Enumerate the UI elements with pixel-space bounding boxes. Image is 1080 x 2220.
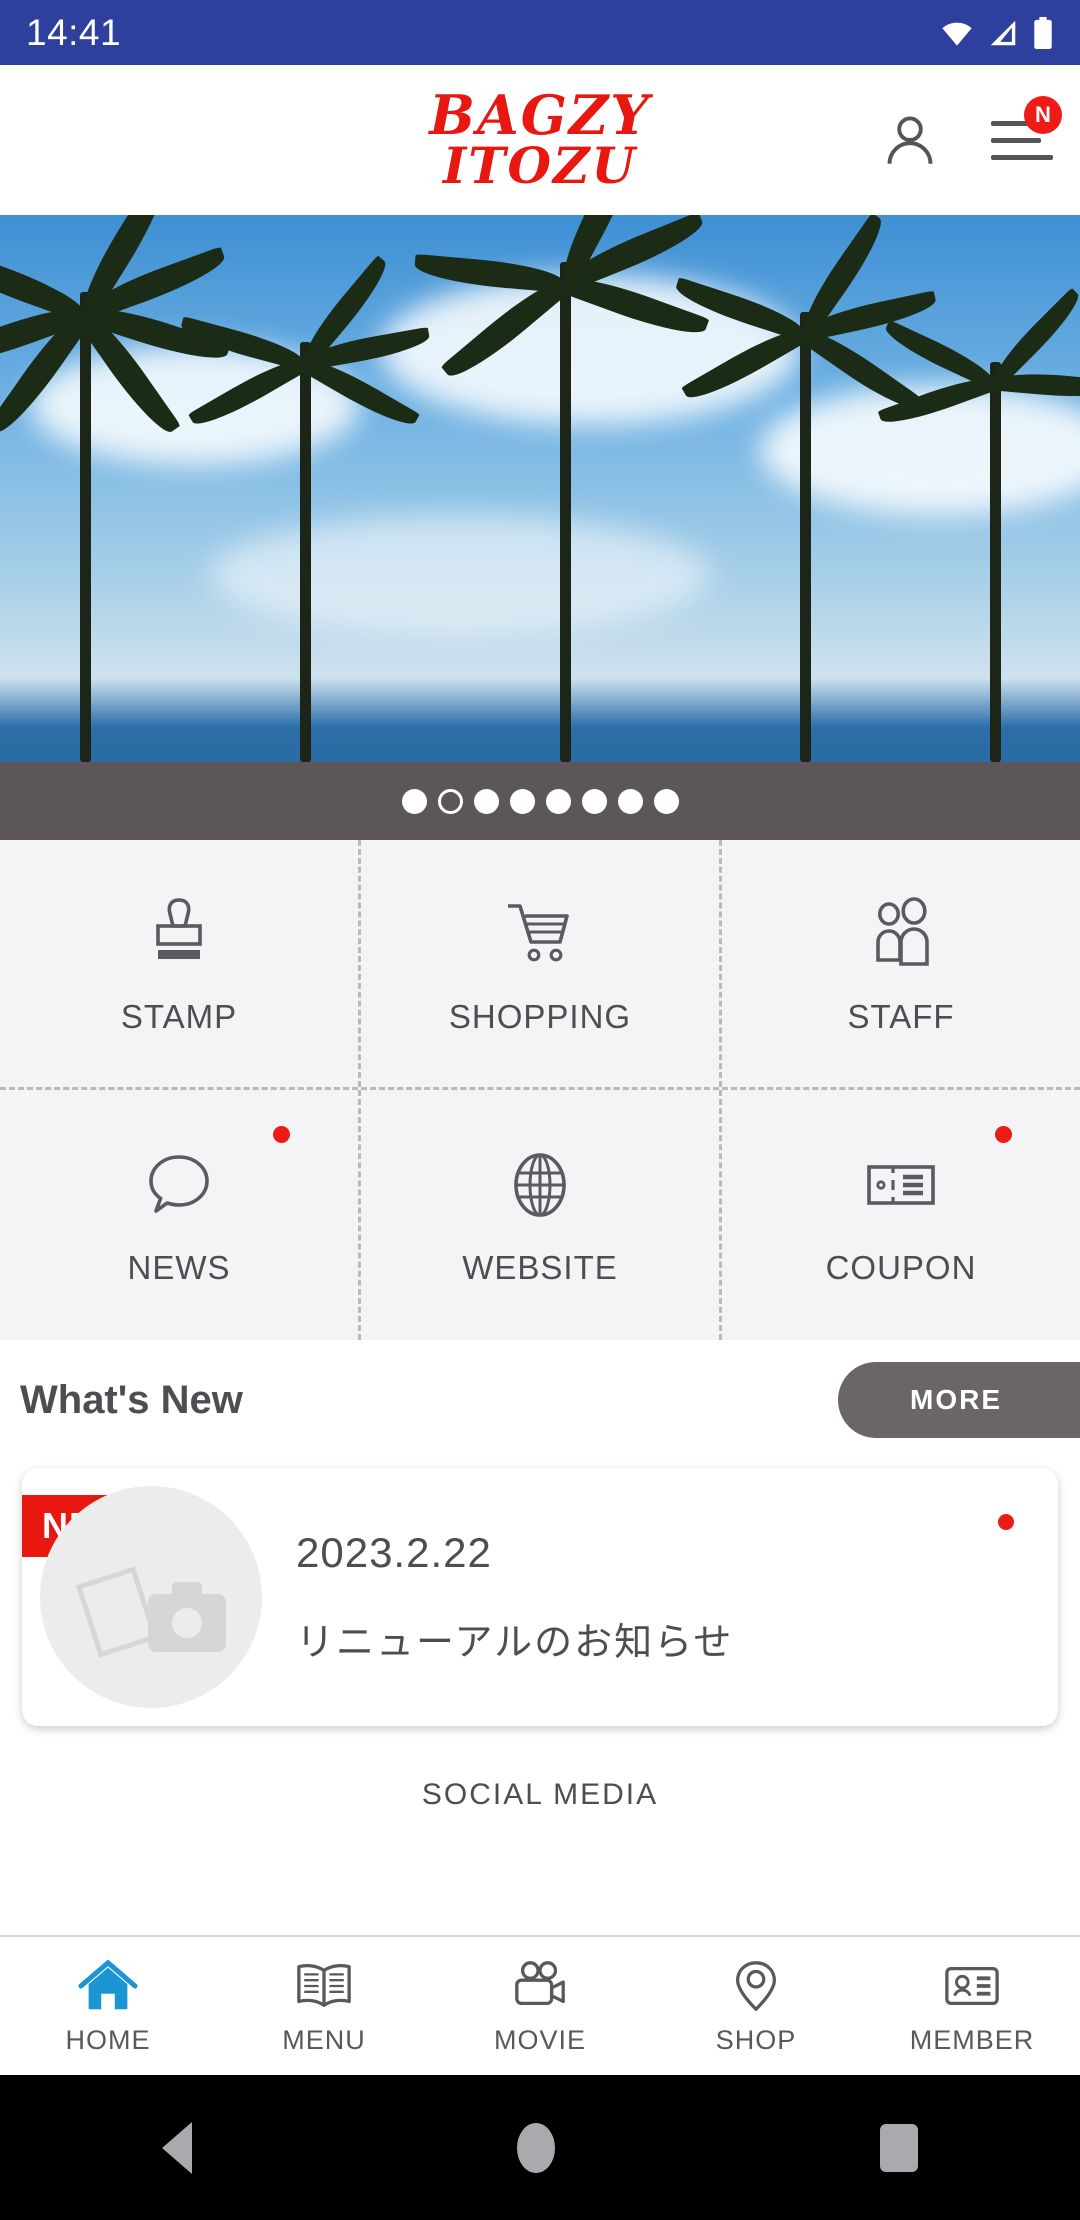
status-bar-clock: 14:41 bbox=[26, 11, 122, 53]
coupon-ticket-icon bbox=[867, 1165, 935, 1205]
carousel-dot[interactable] bbox=[473, 788, 499, 814]
bottom-nav-item-home[interactable]: HOME bbox=[0, 1957, 216, 2056]
bottom-nav-item-member[interactable]: MEMBER bbox=[864, 1957, 1080, 2056]
social-media-title: SOCIAL MEDIA bbox=[0, 1752, 1080, 1852]
brand-logo-line1: BAGZY bbox=[429, 83, 651, 148]
signal-icon bbox=[990, 20, 1016, 45]
quick-menu-label: WEBSITE bbox=[462, 1249, 618, 1286]
whats-new-header: What's New MORE bbox=[0, 1340, 1080, 1460]
news-date: 2023.2.22 bbox=[296, 1528, 492, 1576]
carousel-dot[interactable] bbox=[401, 788, 427, 814]
news-card[interactable]: NEW 2023.2.22 リニューアルのお知らせ bbox=[22, 1468, 1058, 1726]
globe-icon bbox=[514, 1153, 566, 1217]
quick-menu-label: STAMP bbox=[120, 997, 238, 1035]
shopping-cart-icon bbox=[508, 903, 569, 961]
carousel-dot[interactable] bbox=[653, 788, 679, 814]
quick-menu-item-shopping[interactable]: SHOPPING bbox=[358, 840, 719, 1087]
quick-menu-item-staff[interactable]: STAFF bbox=[719, 840, 1080, 1087]
person-icon bbox=[887, 116, 933, 164]
bottom-nav-label: MOVIE bbox=[493, 2024, 586, 2055]
news-unread-dot bbox=[998, 1514, 1014, 1530]
carousel-dots[interactable] bbox=[0, 762, 1080, 840]
brand-logo-line2: ITOZU bbox=[442, 135, 638, 195]
whats-new-more-button[interactable]: MORE bbox=[838, 1362, 1080, 1438]
wifi-icon bbox=[942, 22, 972, 46]
bottom-nav-label: SHOP bbox=[715, 2024, 797, 2055]
home-icon bbox=[78, 1958, 138, 2009]
bottom-nav-item-menu[interactable]: MENU bbox=[216, 1957, 432, 2056]
stamp-icon bbox=[156, 897, 202, 959]
back-triangle-icon[interactable] bbox=[162, 2121, 193, 2174]
quick-menu-item-coupon[interactable]: COUPON bbox=[719, 1090, 1080, 1340]
news-title: リニューアルのお知らせ bbox=[296, 1619, 734, 1664]
menu-button[interactable]: N bbox=[990, 96, 1062, 172]
quick-menu-item-website[interactable]: WEBSITE bbox=[358, 1090, 719, 1340]
home-circle-icon[interactable] bbox=[516, 2122, 555, 2173]
quick-menu-label: STAFF bbox=[847, 997, 955, 1035]
bottom-nav-item-shop[interactable]: SHOP bbox=[648, 1957, 864, 2056]
bottom-nav-label: MEMBER bbox=[909, 2024, 1035, 2055]
news-list: NEW 2023.2.22 リニューアルのお知らせ bbox=[0, 1460, 1080, 1752]
battery-icon bbox=[1034, 16, 1052, 49]
map-pin-icon bbox=[735, 1960, 777, 2011]
hero-carousel[interactable] bbox=[0, 215, 1080, 840]
menu-notification-badge: N bbox=[1024, 96, 1062, 134]
coupon-badge-dot bbox=[995, 1126, 1012, 1143]
app-root: 14:41 BAGZY ITOZU N STAMP SHOPPING STAFF… bbox=[0, 0, 1080, 2220]
whats-new-title: What's New bbox=[20, 1377, 243, 1422]
people-icon bbox=[876, 896, 929, 966]
bottom-nav-label: MENU bbox=[282, 2024, 366, 2055]
news-thumbnail bbox=[40, 1486, 262, 1708]
status-bar-icons bbox=[940, 16, 1054, 49]
news-body: 2023.2.22 リニューアルのお知らせ bbox=[296, 1529, 733, 1666]
quick-menu-label: SHOPPING bbox=[448, 997, 632, 1035]
quick-menu-row: NEWS WEBSITE COUPON bbox=[0, 1090, 1080, 1340]
quick-menu-label: NEWS bbox=[127, 1249, 231, 1286]
open-book-icon bbox=[297, 1963, 351, 2007]
camera-placeholder-icon bbox=[148, 1582, 226, 1652]
account-button[interactable] bbox=[878, 108, 942, 172]
bottom-nav: HOME MENU MOVIE SHOP MEMBER bbox=[0, 1935, 1080, 2075]
android-navigation-bar bbox=[0, 2075, 1080, 2220]
header-actions: N bbox=[878, 96, 1062, 172]
carousel-dot[interactable] bbox=[437, 788, 463, 814]
carousel-dot[interactable] bbox=[509, 788, 535, 814]
quick-menu-grid: STAMP SHOPPING STAFF NEWS WEBSITE COUPON bbox=[0, 840, 1080, 1340]
bottom-nav-label: HOME bbox=[65, 2024, 151, 2055]
cloud-shape bbox=[210, 515, 710, 635]
app-header: BAGZY ITOZU N bbox=[0, 65, 1080, 215]
quick-menu-label: COUPON bbox=[825, 1249, 977, 1286]
recents-square-icon[interactable] bbox=[879, 2123, 918, 2172]
photo-placeholder-icon bbox=[75, 1566, 159, 1658]
quick-menu-row: STAMP SHOPPING STAFF bbox=[0, 840, 1080, 1090]
bottom-nav-item-movie[interactable]: MOVIE bbox=[432, 1957, 648, 2056]
video-camera-icon bbox=[515, 1960, 565, 2005]
quick-menu-item-news[interactable]: NEWS bbox=[0, 1090, 358, 1340]
brand-logo[interactable]: BAGZY ITOZU bbox=[429, 83, 651, 195]
news-badge-dot bbox=[273, 1126, 290, 1143]
carousel-dot[interactable] bbox=[581, 788, 607, 814]
carousel-dot[interactable] bbox=[545, 788, 571, 814]
id-card-icon bbox=[945, 1966, 999, 2005]
quick-menu-item-stamp[interactable]: STAMP bbox=[0, 840, 358, 1087]
carousel-dot[interactable] bbox=[617, 788, 643, 814]
speech-bubble-icon bbox=[149, 1155, 209, 1213]
status-bar: 14:41 bbox=[0, 0, 1080, 65]
